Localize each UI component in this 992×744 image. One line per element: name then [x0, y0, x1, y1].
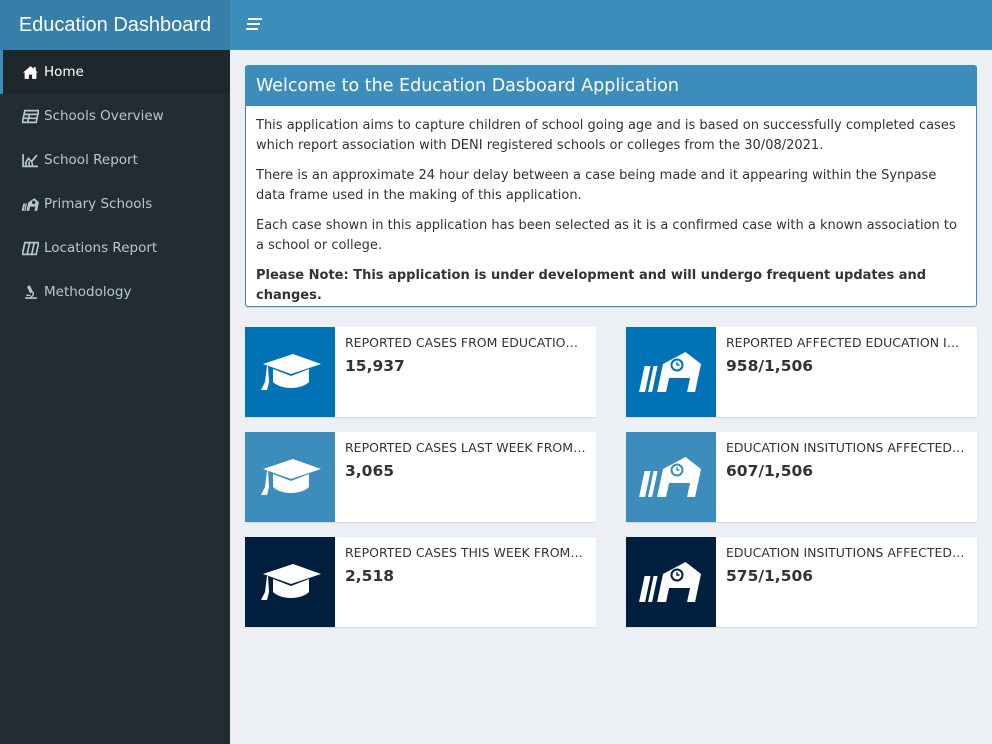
info-box-cases-last-week: REPORTED CASES LAST WEEK FROM EDUCATION …	[245, 432, 596, 522]
sidebar-item-home[interactable]: Home	[0, 50, 230, 94]
info-box-icon-bg	[245, 432, 335, 522]
sidebar-item-primary-schools[interactable]: Primary Schools	[0, 182, 230, 226]
welcome-title: Welcome to the Education Dasboard Applic…	[246, 66, 976, 106]
sidebar-item-label: Primary Schools	[44, 196, 153, 212]
school-icon	[639, 457, 702, 497]
info-box-value: 2,518	[345, 567, 395, 585]
home-icon	[21, 64, 39, 80]
sidebar: Home Schools Overview School Report Prim…	[0, 50, 230, 744]
table-icon	[21, 108, 39, 124]
sidebar-toggle-icon[interactable]	[246, 18, 262, 30]
sidebar-item-label: School Report	[44, 152, 138, 168]
sidebar-item-label: Locations Report	[44, 240, 158, 256]
welcome-paragraph: Each case shown in this application has …	[256, 218, 957, 253]
development-note: Please Note: This application is under d…	[256, 268, 927, 303]
info-box-icon-bg	[626, 537, 716, 627]
info-box-cases-this-week: REPORTED CASES THIS WEEK FROM EDUCATION …	[245, 537, 596, 627]
info-box-value: 15,937	[345, 357, 405, 375]
info-box-affected-institutions: REPORTED AFFECTED EDUCATION INSTITUTIONS…	[626, 327, 977, 417]
welcome-paragraph: There is an approximate 24 hour delay be…	[256, 168, 937, 203]
info-box-label: EDUCATION INSITUTIONS AFFECTED LAST WEEK	[726, 440, 967, 455]
line-chart-icon	[21, 152, 39, 168]
info-box-icon-bg	[245, 327, 335, 417]
top-bar: Education Dashboard	[0, 0, 992, 50]
sidebar-item-schools-overview[interactable]: Schools Overview	[0, 94, 230, 138]
welcome-body: This application aims to capture childre…	[246, 106, 976, 316]
sidebar-item-label: Schools Overview	[44, 108, 164, 124]
info-box-label: REPORTED AFFECTED EDUCATION INSTITUTIONS	[726, 335, 967, 350]
info-box-label: EDUCATION INSITUTIONS AFFECTED THIS WEEK	[726, 545, 967, 560]
info-box-label: REPORTED CASES THIS WEEK FROM EDUCATION …	[345, 545, 586, 560]
info-box-value: 3,065	[345, 462, 395, 480]
info-box-value: 958/1,506	[726, 357, 814, 375]
school-icon	[21, 196, 39, 212]
sidebar-item-label: Methodology	[44, 284, 132, 300]
info-box-affected-this-week: EDUCATION INSITUTIONS AFFECTED THIS WEEK…	[626, 537, 977, 627]
school-icon	[639, 352, 702, 392]
sidebar-item-label: Home	[44, 64, 84, 80]
info-box-icon-bg	[245, 537, 335, 627]
sidebar-item-school-report[interactable]: School Report	[0, 138, 230, 182]
graduation-cap-icon	[261, 564, 321, 600]
info-box-icon-bg	[626, 432, 716, 522]
info-box-cases-total: REPORTED CASES FROM EDUCATION INSTITUTIO…	[245, 327, 596, 417]
navbar	[230, 0, 992, 50]
info-box-value: 607/1,506	[726, 462, 814, 480]
welcome-paragraph: This application aims to capture childre…	[256, 118, 956, 153]
graduation-cap-icon	[261, 459, 321, 495]
welcome-box: Welcome to the Education Dasboard Applic…	[245, 65, 977, 307]
info-box-affected-last-week: EDUCATION INSITUTIONS AFFECTED LAST WEEK…	[626, 432, 977, 522]
map-icon	[21, 240, 39, 256]
app-logo[interactable]: Education Dashboard	[0, 0, 230, 50]
info-box-label: REPORTED CASES LAST WEEK FROM EDUCATION …	[345, 440, 586, 455]
info-box-label: REPORTED CASES FROM EDUCATION INSTITUTIO…	[345, 335, 586, 350]
microscope-icon	[21, 284, 39, 300]
school-icon	[639, 562, 702, 602]
sidebar-item-methodology[interactable]: Methodology	[0, 270, 230, 314]
info-box-icon-bg	[626, 327, 716, 417]
sidebar-item-locations-report[interactable]: Locations Report	[0, 226, 230, 270]
graduation-cap-icon	[261, 354, 321, 390]
info-box-value: 575/1,506	[726, 567, 814, 585]
main-content: Welcome to the Education Dasboard Applic…	[230, 50, 992, 744]
